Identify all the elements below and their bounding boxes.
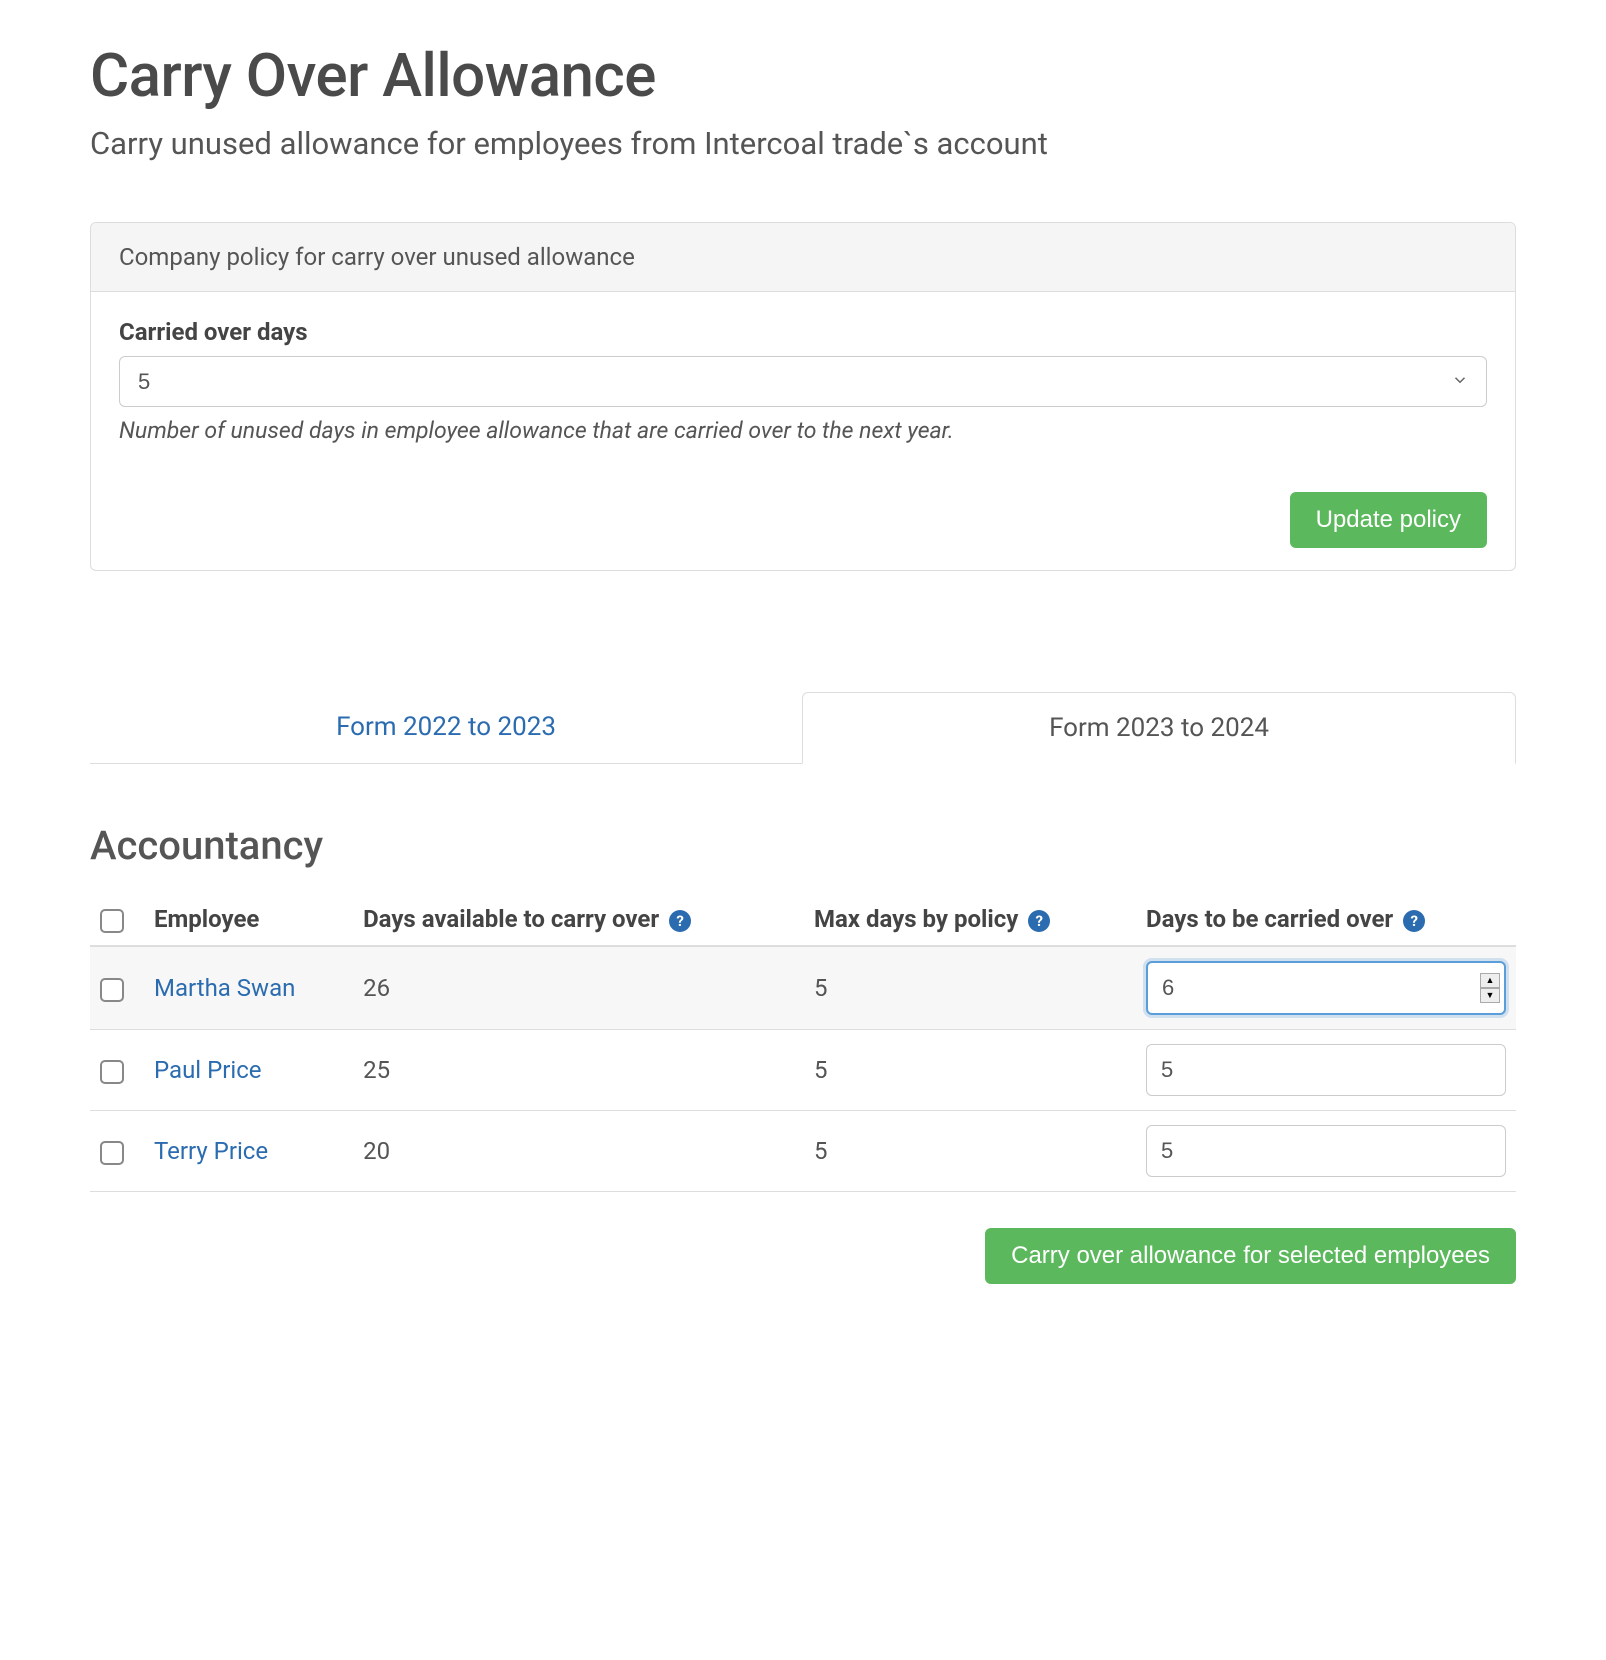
- department-heading: Accountancy: [90, 822, 1516, 869]
- employee-table: Employee Days available to carry over ? …: [90, 893, 1516, 1192]
- days-to-carry-input[interactable]: [1146, 961, 1506, 1015]
- update-policy-button[interactable]: Update policy: [1290, 492, 1487, 548]
- max-days: 5: [804, 1111, 1136, 1192]
- col-available: Days available to carry over ?: [353, 893, 804, 946]
- policy-panel-heading: Company policy for carry over unused all…: [91, 223, 1515, 292]
- tab-2022-2023[interactable]: Form 2022 to 2023: [90, 692, 802, 764]
- year-tabs: Form 2022 to 2023 Form 2023 to 2024: [90, 691, 1516, 764]
- help-icon[interactable]: ?: [669, 910, 691, 932]
- help-icon[interactable]: ?: [1403, 910, 1425, 932]
- table-row: Paul Price 255: [90, 1030, 1516, 1111]
- days-to-carry-input[interactable]: [1146, 1044, 1506, 1096]
- help-icon[interactable]: ?: [1028, 910, 1050, 932]
- table-row: Terry Price 205: [90, 1111, 1516, 1192]
- row-checkbox[interactable]: [100, 978, 124, 1002]
- employee-link[interactable]: Paul Price: [154, 1056, 261, 1084]
- policy-panel-body: Carried over days 5 Number of unused day…: [91, 292, 1515, 570]
- select-all-checkbox[interactable]: [100, 909, 124, 933]
- employee-link[interactable]: Terry Price: [154, 1137, 268, 1165]
- days-to-carry-input[interactable]: [1146, 1125, 1506, 1177]
- row-checkbox[interactable]: [100, 1141, 124, 1165]
- stepper-down-icon[interactable]: ▼: [1480, 988, 1500, 1003]
- employee-link[interactable]: Martha Swan: [154, 974, 295, 1002]
- carried-over-days-help: Number of unused days in employee allowa…: [119, 417, 1487, 444]
- max-days: 5: [804, 1030, 1136, 1111]
- carried-over-days-label: Carried over days: [119, 318, 1487, 346]
- carry-over-selected-button[interactable]: Carry over allowance for selected employ…: [985, 1228, 1516, 1284]
- table-row: Martha Swan 265 ▲▼: [90, 946, 1516, 1030]
- page-title: Carry Over Allowance: [90, 40, 1516, 111]
- tab-2023-2024[interactable]: Form 2023 to 2024: [802, 692, 1516, 764]
- row-checkbox[interactable]: [100, 1060, 124, 1084]
- days-available: 26: [353, 946, 804, 1030]
- policy-panel: Company policy for carry over unused all…: [90, 222, 1516, 571]
- max-days: 5: [804, 946, 1136, 1030]
- col-carried: Days to be carried over ?: [1136, 893, 1516, 946]
- col-employee: Employee: [144, 893, 353, 946]
- carried-over-days-select[interactable]: 5: [119, 356, 1487, 407]
- days-available: 20: [353, 1111, 804, 1192]
- page-subtitle: Carry unused allowance for employees fro…: [90, 125, 1516, 162]
- col-max: Max days by policy ?: [804, 893, 1136, 946]
- days-available: 25: [353, 1030, 804, 1111]
- stepper-up-icon[interactable]: ▲: [1480, 973, 1500, 988]
